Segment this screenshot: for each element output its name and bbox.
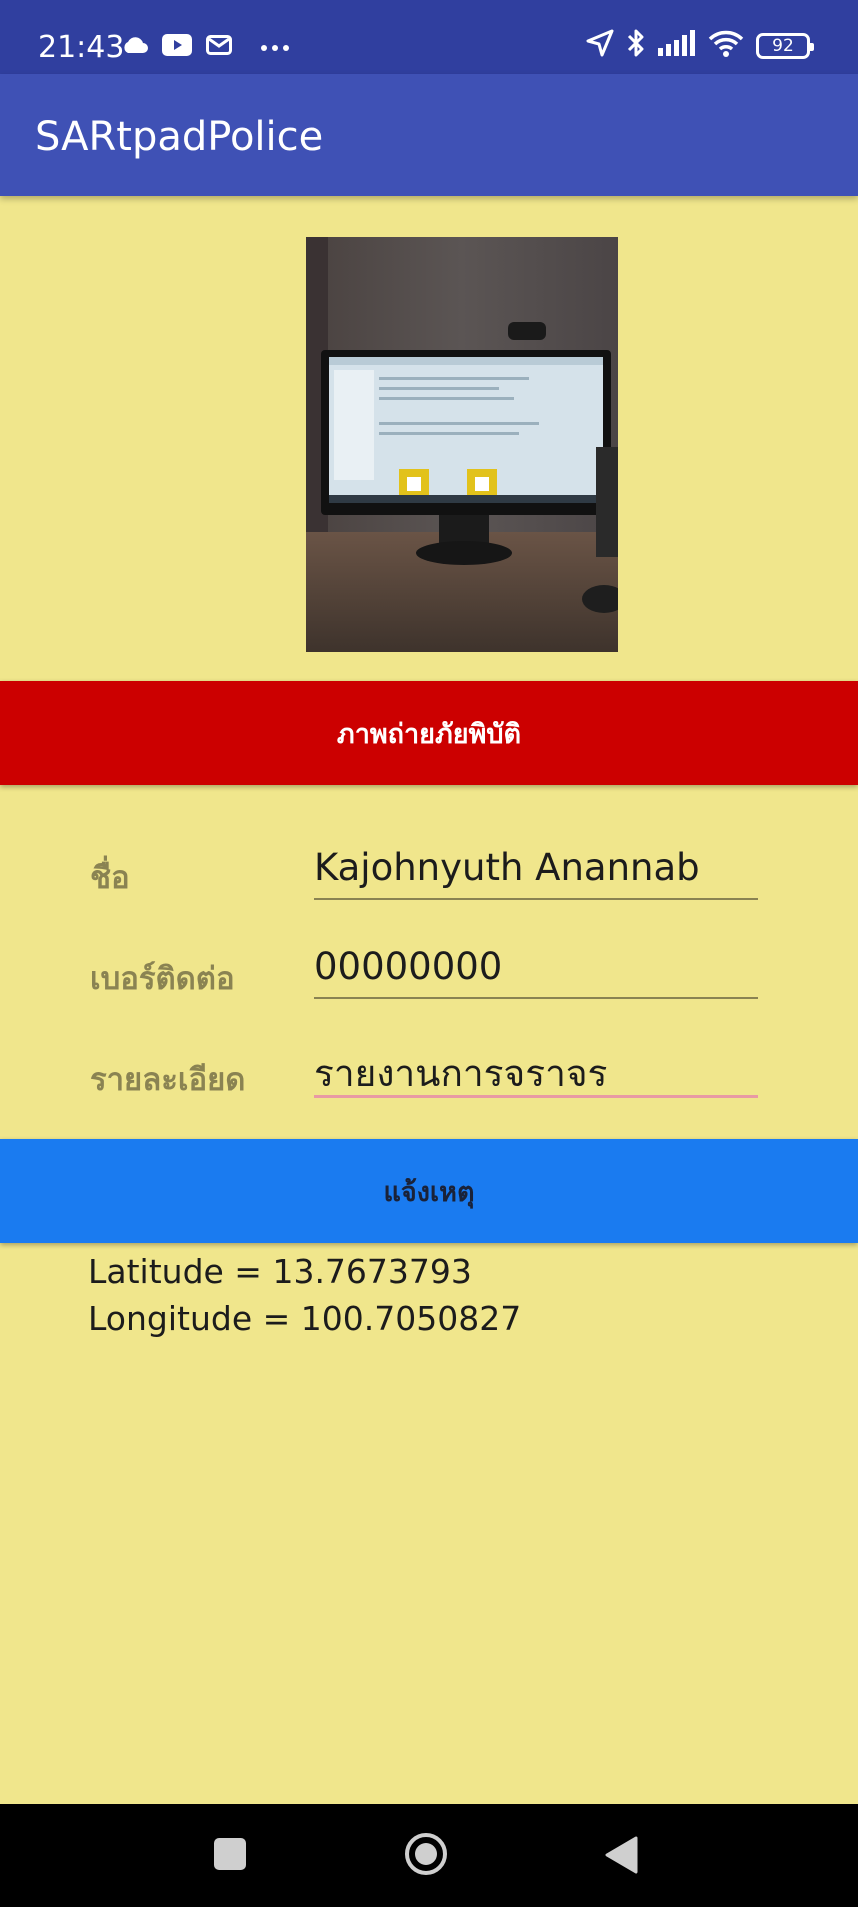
name-field[interactable]: Kajohnyuth Anannab: [314, 840, 758, 900]
mail-icon: [206, 35, 232, 60]
bluetooth-icon: [626, 28, 646, 63]
status-bar: 21:43 92: [0, 0, 858, 74]
home-icon[interactable]: [404, 1832, 448, 1881]
app-title: SARtpadPolice: [35, 114, 324, 160]
location-arrow-icon: [586, 29, 614, 62]
cloud-icon: [122, 36, 148, 59]
app-bar: SARtpadPolice: [0, 74, 858, 196]
name-label: ชื่อ: [90, 860, 130, 895]
phone-label: เบอร์ติดต่อ: [90, 961, 235, 996]
disaster-photo-button[interactable]: ภาพถ่ายภัยพิบัติ: [0, 681, 858, 785]
youtube-icon: [162, 34, 192, 61]
signal-icon: [658, 30, 696, 61]
report-button[interactable]: แจ้งเหตุ: [0, 1139, 858, 1243]
location-readout: Latitude = 13.7673793 Longitude = 100.70…: [88, 1248, 521, 1342]
battery-level: 92: [772, 35, 794, 56]
more-dots-icon: [260, 39, 290, 57]
detail-label: รายละเอียด: [90, 1062, 246, 1097]
status-time: 21:43: [38, 30, 125, 65]
wifi-icon: [708, 29, 744, 62]
phone-field[interactable]: 00000000: [314, 939, 758, 999]
captured-photo[interactable]: [306, 237, 618, 652]
latitude-text: Latitude = 13.7673793: [88, 1252, 472, 1291]
longitude-text: Longitude = 100.7050827: [88, 1299, 522, 1338]
detail-field[interactable]: รายงานการจราจร: [314, 1038, 758, 1098]
battery-icon: 92: [756, 32, 814, 59]
back-icon[interactable]: [604, 1836, 638, 1879]
recent-apps-icon[interactable]: [214, 1838, 246, 1875]
navigation-bar: [0, 1804, 858, 1907]
